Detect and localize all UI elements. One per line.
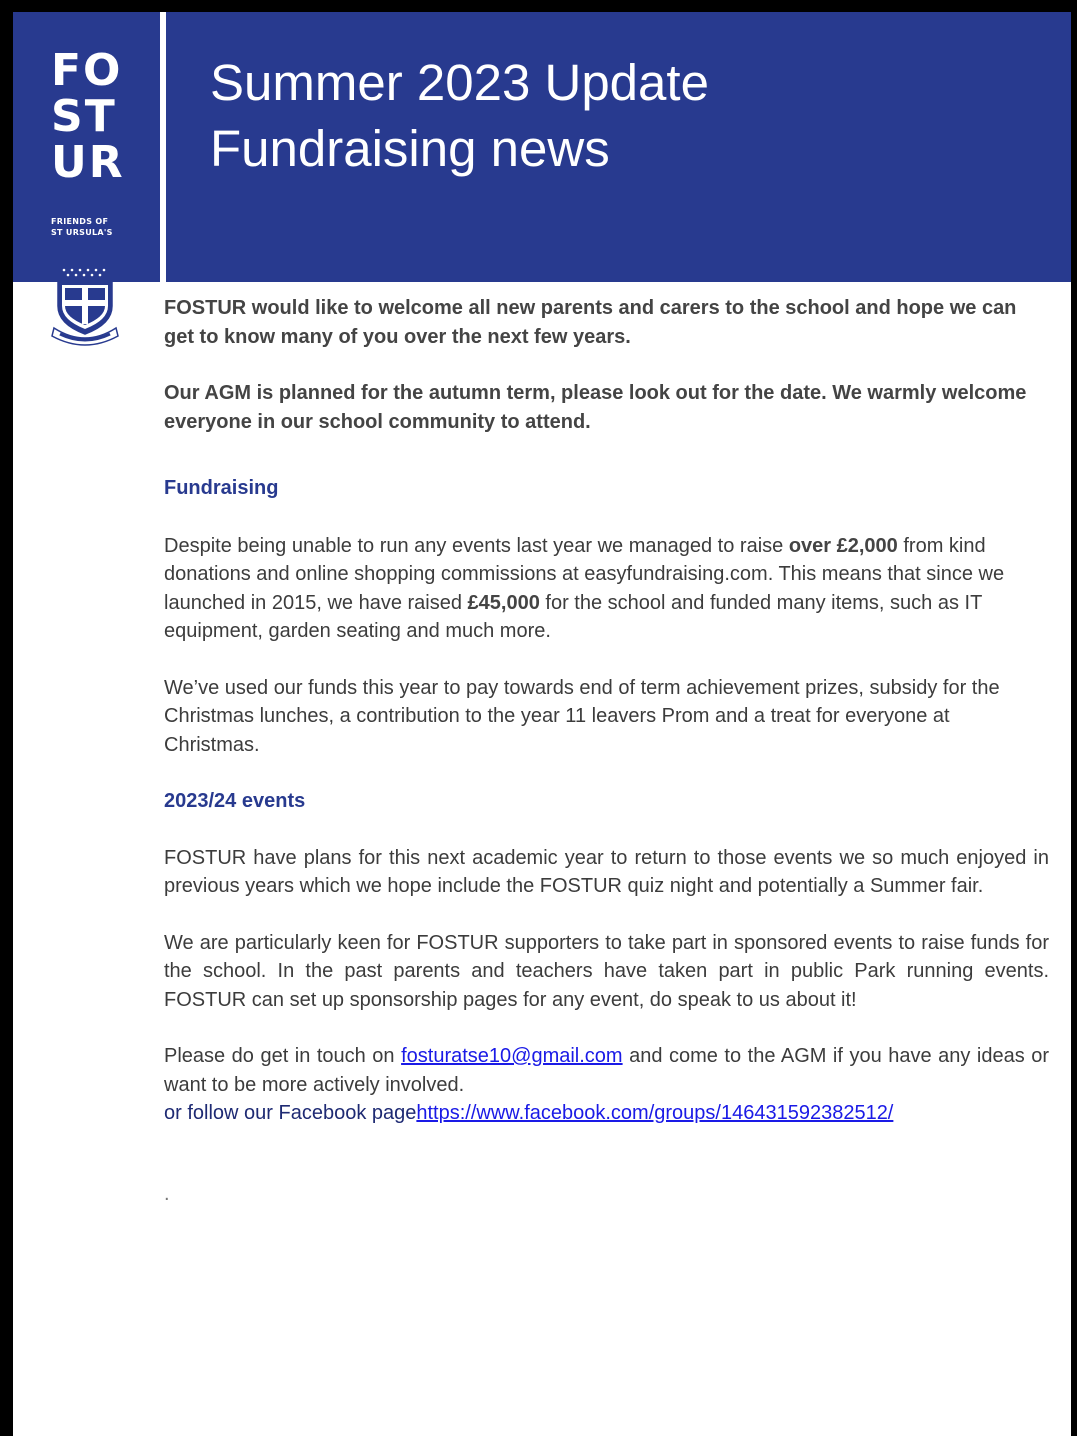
header-banner: Summer 2023 Update Fundraising news: [166, 12, 1071, 282]
events-heading: 2023/24 events: [164, 790, 306, 812]
page-border-top: [0, 0, 1077, 12]
facebook-line: or follow our Facebook pagehttps://www.f…: [164, 1102, 894, 1124]
logo-subtitle: FRIENDS OF ST URSULA'S: [51, 217, 113, 237]
logo-panel: FO ST UR FRIENDS OF ST URSULA'S: [13, 12, 160, 282]
page-border-left: [0, 0, 13, 1436]
page-title: Summer 2023 Update Fundraising news: [210, 50, 709, 182]
school-crest-icon: [51, 265, 119, 346]
email-link[interactable]: fosturatse10@gmail.com: [401, 1045, 623, 1067]
title-line-2: Fundraising news: [210, 120, 610, 177]
facebook-link[interactable]: https://www.facebook.com/groups/14643159…: [416, 1102, 893, 1124]
fostur-logo: FO ST UR FRIENDS OF ST URSULA'S: [51, 48, 161, 238]
logo-line-3: UR: [51, 137, 125, 188]
fundraising-paragraph-2: We’ve used our funds this year to pay to…: [164, 676, 1000, 756]
events-paragraph-2: We are particularly keen for FOSTUR supp…: [164, 931, 1049, 1011]
logo-line-2: ST: [51, 91, 117, 142]
intro-paragraph-2: Our AGM is planned for the autumn term, …: [164, 382, 1027, 433]
fundraising-paragraph-1: Despite being unable to run any events l…: [164, 534, 1005, 643]
intro-paragraph-1: FOSTUR would like to welcome all new par…: [164, 297, 1017, 348]
title-line-1: Summer 2023 Update: [210, 54, 709, 111]
logo-line-1: FO: [51, 45, 123, 96]
trailing-dot: .: [164, 1182, 170, 1205]
contact-paragraph: Please do get in touch on fosturatse10@g…: [164, 1045, 1050, 1096]
fundraising-heading: Fundraising: [164, 477, 279, 499]
page-border-right: [1071, 0, 1077, 1436]
events-paragraph-1: FOSTUR have plans for this next academic…: [164, 846, 1049, 898]
newsletter-body: FOSTUR would like to welcome all new par…: [164, 294, 1049, 1208]
